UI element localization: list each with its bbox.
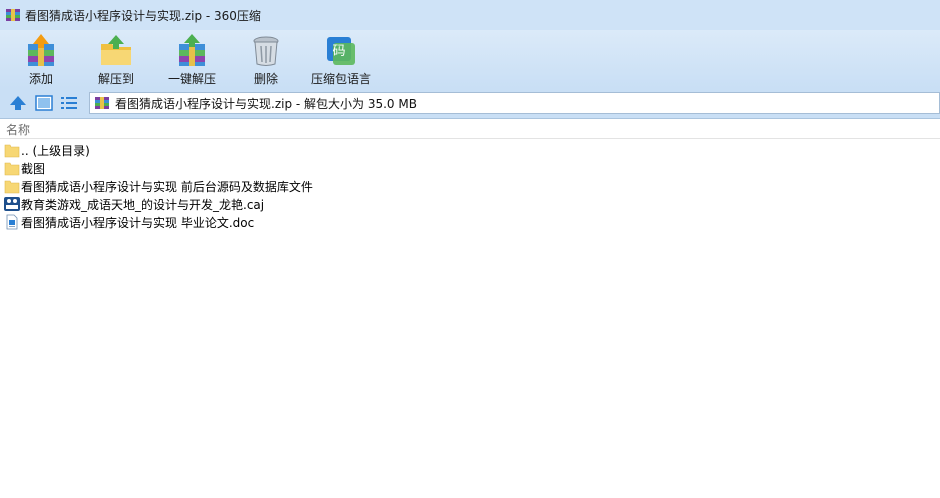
extract-to-button-label: 解压到 xyxy=(97,72,134,86)
archive-language-button[interactable]: 码 压缩包语言 xyxy=(310,30,372,88)
caj-file-icon xyxy=(4,197,20,211)
file-list: .. (上级目录) 截图 看图猜成语小程序设计与实现 前后台源码及数据库文件 教… xyxy=(0,139,940,498)
add-archive-icon xyxy=(28,34,54,66)
one-click-extract-button[interactable]: 一键解压 xyxy=(165,30,219,88)
extract-to-icon xyxy=(101,35,131,65)
archive-language-button-label: 压缩包语言 xyxy=(310,72,371,86)
list-item-folder[interactable]: 看图猜成语小程序设计与实现 前后台源码及数据库文件 xyxy=(0,177,940,195)
list-item-file[interactable]: 看图猜成语小程序设计与实现 毕业论文.doc xyxy=(0,213,940,231)
delete-button-label: 删除 xyxy=(253,72,278,86)
doc-file-icon xyxy=(6,214,18,230)
address-bar[interactable]: 看图猜成语小程序设计与实现.zip - 解包大小为 35.0 MB xyxy=(89,92,940,114)
delete-button[interactable]: 删除 xyxy=(250,30,282,88)
thumbnail-view-icon[interactable] xyxy=(34,93,54,113)
folder-icon xyxy=(4,180,20,194)
one-click-extract-icon xyxy=(179,34,205,66)
list-item-parent-directory[interactable]: .. (上级目录) xyxy=(0,141,940,159)
list-item-folder[interactable]: 截图 xyxy=(0,159,940,177)
one-click-extract-button-label: 一键解压 xyxy=(167,72,216,86)
name-column-header[interactable]: 名称 xyxy=(6,121,30,138)
list-item-name: 截图 xyxy=(21,161,46,176)
up-arrow-icon[interactable] xyxy=(8,93,28,113)
title-bar: 看图猜成语小程序设计与实现.zip - 360压缩 xyxy=(0,0,940,30)
list-view-icon[interactable] xyxy=(59,93,79,113)
list-item-name: .. (上级目录) xyxy=(21,143,90,158)
extract-to-button[interactable]: 解压到 xyxy=(95,30,137,88)
folder-icon xyxy=(4,162,20,176)
archive-icon xyxy=(95,97,109,109)
app-window: 看图猜成语小程序设计与实现.zip - 360压缩 添加 解压到 一键解压 删除… xyxy=(0,0,940,498)
list-item-name: 教育类游戏_成语天地_的设计与开发_龙艳.caj xyxy=(21,197,265,212)
list-item-name: 看图猜成语小程序设计与实现 前后台源码及数据库文件 xyxy=(21,179,313,194)
add-button-label: 添加 xyxy=(28,72,53,86)
toolbar: 添加 解压到 一键解压 删除 码 压缩包语言 xyxy=(0,30,940,88)
navigation-bar: 看图猜成语小程序设计与实现.zip - 解包大小为 35.0 MB xyxy=(0,88,940,119)
encoding-icon-text: 码 xyxy=(332,44,345,59)
encoding-icon: 码 xyxy=(327,37,355,65)
archive-app-icon xyxy=(6,9,20,21)
window-title: 看图猜成语小程序设计与实现.zip - 360压缩 xyxy=(25,8,261,23)
add-button[interactable]: 添加 xyxy=(20,30,62,88)
list-item-file[interactable]: 教育类游戏_成语天地_的设计与开发_龙艳.caj xyxy=(0,195,940,213)
address-text: 看图猜成语小程序设计与实现.zip - 解包大小为 35.0 MB xyxy=(115,96,417,111)
folder-icon xyxy=(4,144,20,158)
trash-icon xyxy=(253,36,279,66)
file-list-header: 名称 xyxy=(0,119,940,139)
list-item-name: 看图猜成语小程序设计与实现 毕业论文.doc xyxy=(21,215,255,230)
